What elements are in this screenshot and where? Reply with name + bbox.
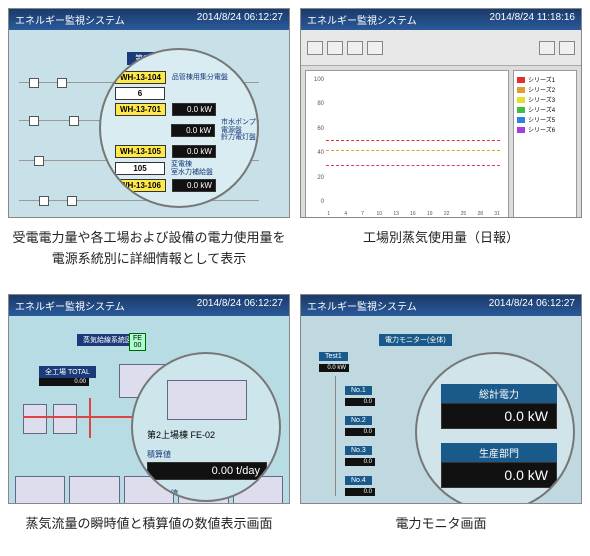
toolbar-button[interactable] (559, 41, 575, 55)
window-title: エネルギー監視システム (15, 298, 125, 313)
x-axis: 1471013161922252831 (326, 211, 500, 217)
tag-id: WH-13-104 (115, 71, 166, 84)
readout-value: 0.00 t/day (147, 462, 267, 480)
magnifier-content: 総計電力 0.0 kW 生産部門 0.0 kW (417, 354, 573, 488)
panel-4: エネルギー監視システム 2014/8/24 06:12:27 電力モニター(全体… (300, 294, 582, 549)
group-value: 0.0 kW (441, 403, 557, 429)
mag-title: 第2上場棟 FE-02 (147, 428, 267, 441)
screenshot-grid: エネルギー監視システム 2014/8/24 06:12:27 第1受電系 (0, 0, 590, 556)
toolbar-button[interactable] (327, 41, 343, 55)
timestamp: 2014/8/24 06:12:27 (197, 12, 283, 27)
total-value: 0.00 (39, 378, 89, 386)
timestamp: 2014/8/24 06:12:27 (197, 298, 283, 313)
panel-caption: 工場別蒸気使用量（日報） (300, 218, 582, 263)
toolbar-button[interactable] (307, 41, 323, 55)
schematic-canvas: 第1受電系 WH-13-104品管棟用集分電盤 6 WH-13-701 (9, 30, 289, 218)
side-label: No.3 (345, 446, 372, 455)
magnifier-content: WH-13-104 品管棟用集分電盤 6 WH-13-701 0.0 kW 0.0 … (101, 50, 257, 192)
window-title: エネルギー監視システム (307, 12, 417, 27)
steam-window: エネルギー監視システム 2014/8/24 06:12:27 蒸気給線系統図 F… (8, 294, 290, 504)
panel-caption: 電力モニタ画面 (300, 504, 582, 549)
panel-caption: 受電電力量や各工場および設備の電力使用量を 電源系統別に詳細情報として表示 (8, 218, 290, 284)
tag-id: WH-13-106 (115, 179, 166, 192)
window-titlebar: エネルギー監視システム 2014/8/24 06:12:27 (9, 295, 289, 316)
timestamp: 2014/8/24 11:18:16 (490, 12, 575, 27)
panel-2: エネルギー監視システム 2014/8/24 11:18:16 100806040… (300, 8, 582, 284)
tag-label: 変電棟 室水力補給盤 (171, 161, 213, 176)
window-title: エネルギー監視システム (15, 12, 125, 27)
tag-value: 0.0 kW (172, 103, 216, 116)
window-title: エネルギー監視システム (307, 298, 417, 313)
magnifier: WH-13-104 品管棟用集分電盤 6 WH-13-701 0.0 kW 0.0 … (99, 48, 259, 208)
panel-1: エネルギー監視システム 2014/8/24 06:12:27 第1受電系 (8, 8, 290, 284)
subheader: 電力モニター(全体) (379, 334, 452, 346)
tag-id: WH-13-105 (115, 145, 166, 158)
magnifier: 第2上場棟 FE-02 積算値 0.00 t/day Hourly値 0.00 (131, 352, 281, 502)
fe-label: FE 00 (129, 333, 146, 351)
side-label: No.2 (345, 416, 372, 425)
side-label: No.1 (345, 386, 372, 395)
side-label: Test1 (319, 352, 348, 361)
chart-canvas: 100806040200 1471013161922252831 (305, 70, 509, 218)
magnifier-content: 第2上場棟 FE-02 積算値 0.00 t/day Hourly値 0.00 (133, 354, 279, 502)
tag-label: 品管棟用集分電盤 (172, 74, 228, 82)
tag-label: 市水ポンプ 電源盤 鈴力電灯盤 (221, 119, 256, 142)
tag-value: 0.0 kW (172, 179, 216, 192)
tag-value: 0.0 kW (172, 145, 216, 158)
group-label: 総計電力 (441, 384, 557, 403)
window-titlebar: エネルギー監視システム 2014/8/24 11:18:16 (301, 9, 581, 30)
group-label: 生産部門 (441, 443, 557, 462)
readout-label: 積算値 (147, 449, 267, 460)
window-titlebar: エネルギー監視システム 2014/8/24 06:12:27 (301, 295, 581, 316)
total-label: 全工場 TOTAL (39, 366, 96, 378)
toolbar-button[interactable] (367, 41, 383, 55)
chart-toolbar (301, 30, 581, 66)
magnifier: 総計電力 0.0 kW 生産部門 0.0 kW (415, 352, 575, 504)
tag-value: 0.0 kW (171, 124, 215, 137)
chart-window: エネルギー監視システム 2014/8/24 11:18:16 100806040… (300, 8, 582, 218)
toolbar-button[interactable] (347, 41, 363, 55)
side-label: No.4 (345, 476, 372, 485)
toolbar-button[interactable] (539, 41, 555, 55)
power-diagram: 電力モニター(全体) Test1 0.0 kW No.1 0.0 No.2 0.… (301, 316, 581, 504)
window-titlebar: エネルギー監視システム 2014/8/24 06:12:27 (9, 9, 289, 30)
power-window: エネルギー監視システム 2014/8/24 06:12:27 電力モニター(全体… (300, 294, 582, 504)
power-group: 生産部門 0.0 kW (441, 443, 557, 488)
chart-area: 100806040200 1471013161922252831 シリーズ1シリ… (301, 66, 581, 218)
tag-id: 6 (115, 87, 165, 100)
y-axis: 100806040200 (308, 77, 324, 205)
schematic-window: エネルギー監視システム 2014/8/24 06:12:27 第1受電系 (8, 8, 290, 218)
panel-caption: 蒸気流量の瞬時値と積算値の数値表示画面 (8, 504, 290, 549)
panel-3: エネルギー監視システム 2014/8/24 06:12:27 蒸気給線系統図 F… (8, 294, 290, 549)
timestamp: 2014/8/24 06:12:27 (489, 298, 575, 313)
steam-diagram: 蒸気給線系統図 FE 00 全工場 TOTAL 0.00 第2上場棟 FE-0 (9, 316, 289, 504)
tag-id: WH-13-701 (115, 103, 166, 116)
chart-legend: シリーズ1シリーズ2シリーズ3シリーズ4シリーズ5シリーズ6 (513, 70, 577, 218)
power-group: 総計電力 0.0 kW (441, 384, 557, 429)
tag-id: 105 (115, 162, 165, 175)
bar-group (326, 79, 500, 203)
group-value: 0.0 kW (441, 462, 557, 488)
